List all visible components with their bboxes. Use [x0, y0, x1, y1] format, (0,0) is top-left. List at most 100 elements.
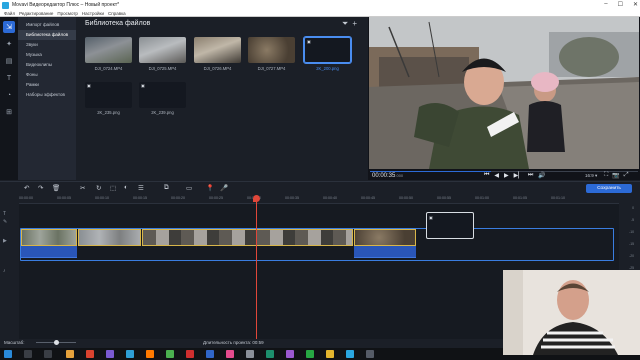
- menu-view[interactable]: Просмотр: [57, 11, 78, 16]
- thumbnail-2k-200[interactable]: ▣: [303, 36, 352, 64]
- audio-waveform[interactable]: [21, 246, 77, 258]
- video-clip[interactable]: [78, 229, 141, 246]
- app-icon[interactable]: [326, 350, 334, 358]
- sidebar-item-effect-sets[interactable]: Наборы эффектов: [18, 90, 76, 100]
- snapshot-icon[interactable]: 📷: [612, 172, 619, 179]
- color-adjust-icon[interactable]: ◐: [124, 184, 128, 191]
- menu-help[interactable]: Справка: [108, 11, 126, 16]
- fullscreen-icon[interactable]: ⛶: [604, 172, 608, 179]
- app-icon[interactable]: [306, 350, 314, 358]
- text-track-icon[interactable]: T: [3, 211, 6, 217]
- app-icon[interactable]: [126, 350, 134, 358]
- overlay-icon[interactable]: ⧉: [164, 184, 169, 192]
- skip-start-icon[interactable]: ⏮: [484, 172, 489, 179]
- timeline-ruler[interactable]: 00:00:00 00:00:05 00:00:10 00:00:15 00:00:20…: [19, 194, 619, 204]
- magic-wand-icon[interactable]: ✦: [3, 38, 15, 50]
- audio-track-icon[interactable]: ♪: [3, 268, 6, 274]
- sidebar-item-backgrounds[interactable]: Фоны: [18, 70, 76, 80]
- app-icon[interactable]: [146, 350, 154, 358]
- video-clip[interactable]: [354, 229, 416, 246]
- crop-icon[interactable]: ⬚: [110, 184, 116, 192]
- sidebar-item-library[interactable]: Библиотека файлов: [18, 30, 76, 40]
- redo-icon[interactable]: ↷: [38, 184, 43, 192]
- sidebar-item-import[interactable]: Импорт файлов: [18, 20, 76, 30]
- app-icon[interactable]: [246, 350, 254, 358]
- marker-icon[interactable]: 📍: [206, 184, 214, 192]
- step-back-icon[interactable]: ◀: [494, 172, 499, 179]
- filter-icon[interactable]: ⏷: [342, 19, 348, 29]
- thumbnail-2k-239[interactable]: ▣: [139, 82, 186, 108]
- text-icon[interactable]: T: [3, 72, 15, 84]
- video-track-icon[interactable]: ▶: [3, 238, 7, 244]
- import-icon[interactable]: ⇲: [3, 21, 15, 33]
- app-icon[interactable]: [166, 350, 174, 358]
- menu-file[interactable]: Файл: [4, 11, 15, 16]
- layers-icon[interactable]: ▤: [3, 55, 15, 67]
- menu-settings[interactable]: Настройки: [82, 11, 104, 16]
- browser-icon[interactable]: [86, 350, 94, 358]
- rotate-icon[interactable]: ↻: [96, 184, 101, 192]
- play-icon[interactable]: ▶: [504, 172, 509, 179]
- left-rail: ⇲ ✦ ▤ T ◔ ⊞: [0, 17, 18, 180]
- sidebar-item-videoclips[interactable]: Видеоклипы: [18, 60, 76, 70]
- stabilize-icon[interactable]: ▭: [186, 184, 192, 192]
- clip-properties-icon[interactable]: ☰: [138, 184, 144, 192]
- volume-icon[interactable]: 🔊: [538, 172, 545, 179]
- thumbnail-dji-0726[interactable]: [194, 37, 241, 63]
- edit-track-icon[interactable]: ✎: [3, 219, 7, 225]
- close-button[interactable]: ✕: [633, 1, 638, 8]
- app-icon[interactable]: [366, 350, 374, 358]
- aspect-ratio-select[interactable]: 16:9 ▾: [585, 173, 597, 179]
- transitions-icon[interactable]: ◔: [3, 89, 15, 101]
- video-clip[interactable]: [21, 229, 77, 246]
- app-icon[interactable]: [206, 350, 214, 358]
- sidebar-item-music[interactable]: Музыка: [18, 50, 76, 60]
- maximize-button[interactable]: ☐: [618, 1, 623, 8]
- audio-waveform[interactable]: [354, 246, 416, 258]
- app-icon[interactable]: [106, 350, 114, 358]
- app-icon[interactable]: [226, 350, 234, 358]
- playhead[interactable]: [256, 196, 257, 346]
- ruler-tick: 00:00:05: [57, 196, 71, 200]
- sidebar-item-frames[interactable]: Рамки: [18, 80, 76, 90]
- cut-icon[interactable]: ✂: [80, 184, 85, 192]
- thumbnail-dji-0727[interactable]: [248, 37, 295, 63]
- minimize-button[interactable]: –: [604, 1, 607, 8]
- step-forward-icon[interactable]: ▶▏: [514, 172, 523, 179]
- app-icon[interactable]: [186, 350, 194, 358]
- save-button[interactable]: Сохранить: [586, 184, 632, 193]
- webcam-overlay: [503, 270, 640, 355]
- explorer-icon[interactable]: [66, 350, 74, 358]
- add-file-icon[interactable]: +: [352, 19, 357, 29]
- movavi-app-icon[interactable]: [346, 350, 354, 358]
- start-icon[interactable]: [4, 350, 12, 358]
- ruler-tick: 00:00:45: [361, 196, 375, 200]
- delete-icon[interactable]: 🗑: [52, 184, 60, 192]
- thumbnail-2k-235[interactable]: ▣: [85, 82, 132, 108]
- video-preview[interactable]: [369, 17, 639, 169]
- sidebar-item-sounds[interactable]: Звуки: [18, 40, 76, 50]
- app-icon[interactable]: [286, 350, 294, 358]
- side-panel: Импорт файлов Библиотека файлов Звуки Му…: [18, 17, 76, 180]
- search-icon[interactable]: [24, 350, 32, 358]
- microphone-icon[interactable]: 🎤: [220, 184, 228, 192]
- scale-tick: -10: [629, 230, 634, 234]
- image-file-icon: ▣: [87, 83, 91, 88]
- menu-edit[interactable]: Редактирование: [19, 11, 53, 16]
- ruler-tick: 00:00:40: [323, 196, 337, 200]
- expand-icon[interactable]: ⤢: [624, 172, 629, 179]
- undo-icon[interactable]: ↶: [24, 184, 29, 192]
- thumbnail-dji-0724[interactable]: [85, 37, 132, 63]
- app-icon[interactable]: [266, 350, 274, 358]
- image-clip[interactable]: ▣: [426, 212, 474, 239]
- video-clip[interactable]: [142, 229, 353, 246]
- thumbnail-label: DJI_0724.MP4: [94, 66, 123, 71]
- grid-icon[interactable]: ⊞: [3, 106, 15, 118]
- skip-end-icon[interactable]: ⏭: [528, 172, 533, 179]
- scale-tick: -5: [630, 218, 634, 222]
- thumbnail-label: 2K_239.png: [151, 110, 174, 115]
- thumbnail-dji-0725[interactable]: [139, 37, 186, 63]
- window-title: Movavi Видеоредактор Плюс – Новый проект…: [12, 2, 120, 8]
- zoom-slider-handle[interactable]: [54, 340, 59, 345]
- task-view-icon[interactable]: [44, 350, 52, 358]
